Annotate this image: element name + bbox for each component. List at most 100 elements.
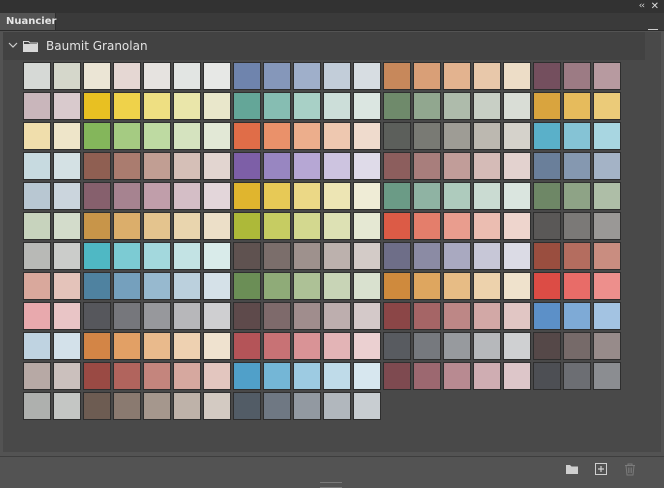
color-swatch[interactable]: [23, 62, 51, 90]
color-swatch[interactable]: [233, 272, 261, 300]
color-swatch[interactable]: [353, 272, 381, 300]
color-swatch[interactable]: [203, 362, 231, 390]
color-swatch[interactable]: [203, 122, 231, 150]
color-swatch[interactable]: [233, 302, 261, 330]
color-swatch[interactable]: [143, 122, 171, 150]
color-swatch[interactable]: [83, 92, 111, 120]
color-swatch[interactable]: [353, 392, 381, 420]
color-swatch[interactable]: [143, 212, 171, 240]
color-swatch[interactable]: [443, 272, 471, 300]
color-swatch[interactable]: [383, 182, 411, 210]
color-swatch[interactable]: [473, 122, 501, 150]
color-swatch[interactable]: [23, 302, 51, 330]
color-swatch[interactable]: [563, 332, 591, 360]
color-swatch[interactable]: [443, 92, 471, 120]
color-swatch[interactable]: [443, 332, 471, 360]
color-swatch[interactable]: [593, 362, 621, 390]
tab-nuancier[interactable]: Nuancier: [0, 13, 56, 30]
color-swatch[interactable]: [323, 302, 351, 330]
color-swatch[interactable]: [533, 62, 561, 90]
color-swatch[interactable]: [563, 62, 591, 90]
color-swatch[interactable]: [113, 392, 141, 420]
color-swatch[interactable]: [383, 332, 411, 360]
color-swatch[interactable]: [143, 332, 171, 360]
color-swatch[interactable]: [203, 182, 231, 210]
color-swatch[interactable]: [293, 272, 321, 300]
color-swatch[interactable]: [323, 272, 351, 300]
color-swatch[interactable]: [563, 92, 591, 120]
color-swatch[interactable]: [593, 302, 621, 330]
color-swatch[interactable]: [83, 302, 111, 330]
color-swatch[interactable]: [383, 302, 411, 330]
color-swatch[interactable]: [443, 242, 471, 270]
color-swatch[interactable]: [263, 62, 291, 90]
new-swatch-icon[interactable]: [594, 462, 608, 476]
color-swatch[interactable]: [53, 392, 81, 420]
color-swatch[interactable]: [173, 212, 201, 240]
color-swatch[interactable]: [533, 182, 561, 210]
color-swatch[interactable]: [353, 62, 381, 90]
color-swatch[interactable]: [83, 362, 111, 390]
color-swatch[interactable]: [23, 272, 51, 300]
color-swatch[interactable]: [203, 92, 231, 120]
color-swatch[interactable]: [53, 332, 81, 360]
color-swatch[interactable]: [83, 242, 111, 270]
color-swatch[interactable]: [173, 362, 201, 390]
color-swatch[interactable]: [503, 272, 531, 300]
color-swatch[interactable]: [53, 302, 81, 330]
color-swatch[interactable]: [23, 362, 51, 390]
color-swatch[interactable]: [323, 332, 351, 360]
color-swatch[interactable]: [353, 332, 381, 360]
color-swatch[interactable]: [233, 182, 261, 210]
color-swatch[interactable]: [23, 182, 51, 210]
color-swatch[interactable]: [173, 302, 201, 330]
color-swatch[interactable]: [83, 62, 111, 90]
color-swatch[interactable]: [113, 242, 141, 270]
color-swatch[interactable]: [593, 242, 621, 270]
color-swatch[interactable]: [533, 122, 561, 150]
color-swatch[interactable]: [113, 62, 141, 90]
color-swatch[interactable]: [233, 122, 261, 150]
color-swatch[interactable]: [533, 332, 561, 360]
color-swatch[interactable]: [113, 92, 141, 120]
color-swatch[interactable]: [563, 362, 591, 390]
color-swatch[interactable]: [593, 272, 621, 300]
color-swatch[interactable]: [293, 242, 321, 270]
color-swatch[interactable]: [113, 122, 141, 150]
color-swatch[interactable]: [413, 122, 441, 150]
color-swatch[interactable]: [293, 392, 321, 420]
color-swatch[interactable]: [203, 332, 231, 360]
color-swatch[interactable]: [533, 242, 561, 270]
color-swatch[interactable]: [593, 212, 621, 240]
color-swatch[interactable]: [473, 182, 501, 210]
color-swatch[interactable]: [203, 272, 231, 300]
color-swatch[interactable]: [413, 362, 441, 390]
color-swatch[interactable]: [323, 92, 351, 120]
color-swatch[interactable]: [353, 182, 381, 210]
color-swatch[interactable]: [323, 362, 351, 390]
color-swatch[interactable]: [533, 212, 561, 240]
color-swatch[interactable]: [263, 242, 291, 270]
color-swatch[interactable]: [203, 392, 231, 420]
color-swatch[interactable]: [203, 302, 231, 330]
color-swatch[interactable]: [323, 152, 351, 180]
color-swatch[interactable]: [23, 152, 51, 180]
color-swatch[interactable]: [563, 152, 591, 180]
color-swatch[interactable]: [593, 62, 621, 90]
color-swatch[interactable]: [293, 332, 321, 360]
color-swatch[interactable]: [53, 152, 81, 180]
color-swatch[interactable]: [563, 182, 591, 210]
color-swatch[interactable]: [443, 62, 471, 90]
color-swatch[interactable]: [23, 92, 51, 120]
color-swatch[interactable]: [473, 62, 501, 90]
color-swatch[interactable]: [203, 242, 231, 270]
color-swatch[interactable]: [383, 62, 411, 90]
color-swatch[interactable]: [593, 122, 621, 150]
color-swatch[interactable]: [353, 212, 381, 240]
color-swatch[interactable]: [533, 302, 561, 330]
color-swatch[interactable]: [83, 152, 111, 180]
color-swatch[interactable]: [413, 302, 441, 330]
color-swatch[interactable]: [53, 212, 81, 240]
chevron-down-icon[interactable]: [8, 40, 18, 50]
color-swatch[interactable]: [443, 362, 471, 390]
